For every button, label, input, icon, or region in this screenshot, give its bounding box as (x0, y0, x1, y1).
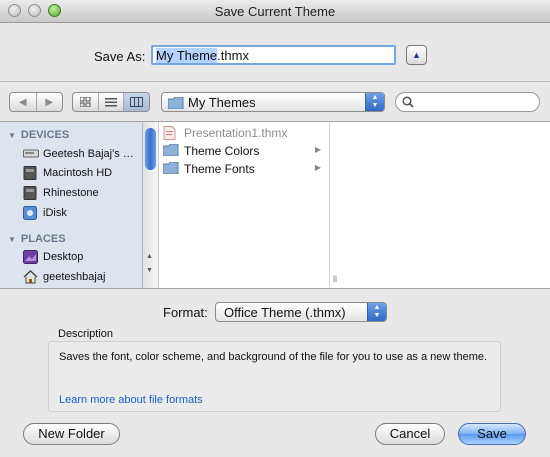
cancel-button[interactable]: Cancel (375, 423, 445, 445)
left-arrow-icon: ◀ (18, 96, 27, 108)
sidebar: ▼ DEVICES Geetesh Bajaj's … Macintosh HD … (0, 122, 143, 288)
right-arrow-icon: ▶ (45, 96, 54, 108)
scrollbar-thumb[interactable] (145, 128, 156, 170)
updown-arrows-icon: ▲ ▼ (367, 303, 386, 321)
icon-view-button[interactable] (73, 93, 99, 111)
sidebar-item-rhinestone[interactable]: Rhinestone (23, 184, 141, 202)
save-button[interactable]: Save (458, 423, 526, 445)
column-view-button[interactable] (124, 93, 149, 111)
column-resize-handle-icon[interactable]: ll (333, 274, 337, 284)
column-view-icon (130, 97, 144, 107)
sidebar-item-home[interactable]: geeteshbajaj (23, 268, 141, 286)
filename-selection: My Theme (156, 48, 218, 63)
sidebar-section-places[interactable]: ▼ PLACES (8, 233, 66, 245)
updown-arrows-icon: ▲ ▼ (365, 93, 384, 111)
sidebar-section-devices[interactable]: ▼ DEVICES (8, 129, 69, 141)
file-browser: ▼ DEVICES Geetesh Bajaj's … Macintosh HD … (0, 121, 550, 289)
location-popup[interactable]: My Themes ▲ ▼ (161, 92, 385, 112)
sidebar-item-desktop[interactable]: Desktop (23, 248, 141, 266)
scroll-down-arrow-icon[interactable]: ▼ (146, 267, 153, 274)
description-text: Saves the font, color scheme, and backgr… (59, 351, 488, 363)
file-item-presentation1[interactable]: Presentation1.thmx (159, 124, 327, 142)
hard-drive-icon (23, 166, 37, 180)
description-box: Saves the font, color scheme, and backgr… (48, 341, 501, 412)
chevron-up-icon: ▲ (412, 50, 421, 60)
save-as-label: Save As: (94, 49, 146, 64)
folder-icon (168, 97, 184, 109)
view-mode-control (72, 92, 150, 112)
disclosure-triangle-icon: ▼ (8, 131, 16, 140)
home-icon (23, 270, 38, 284)
divider (0, 81, 550, 82)
list-view-icon (105, 98, 117, 107)
sidebar-scrollbar[interactable]: ▲ ▼ (143, 122, 159, 288)
filename-extension: .thmx (217, 48, 249, 63)
hard-drive-icon (23, 186, 37, 200)
folder-icon (163, 144, 179, 156)
chevron-right-icon: ▶ (314, 145, 321, 154)
collapse-dialog-button[interactable]: ▲ (406, 45, 427, 65)
window-title: Save Current Theme (214, 4, 336, 19)
format-label: Format: (163, 305, 208, 320)
forward-button[interactable]: ▶ (37, 93, 63, 111)
list-view-button[interactable] (99, 93, 125, 111)
folder-item-theme-colors[interactable]: Theme Colors ▶ (159, 142, 327, 160)
folder-icon (163, 162, 179, 174)
new-folder-button[interactable]: New Folder (23, 423, 120, 445)
sidebar-item-macintosh-hd[interactable]: Macintosh HD (23, 164, 141, 182)
sidebar-item-idisk[interactable]: iDisk (23, 204, 141, 222)
back-forward-control: ◀ ▶ (9, 92, 63, 112)
search-icon (402, 96, 414, 108)
desktop-icon (23, 250, 38, 264)
document-icon (163, 126, 176, 140)
sidebar-item-computer[interactable]: Geetesh Bajaj's … (23, 145, 141, 163)
save-as-input[interactable]: My Theme.thmx (151, 45, 396, 65)
disclosure-triangle-icon: ▼ (8, 235, 16, 244)
chevron-right-icon: ▶ (314, 163, 321, 172)
description-title: Description (58, 328, 114, 340)
idisk-icon (23, 206, 37, 220)
back-button[interactable]: ◀ (10, 93, 37, 111)
title-bar: Save Current Theme (0, 0, 550, 23)
scroll-up-arrow-icon[interactable]: ▲ (146, 253, 153, 260)
learn-more-link[interactable]: Learn more about file formats (59, 394, 203, 406)
computer-icon (23, 149, 39, 158)
save-dialog: Save Current Theme Save As: My Theme.thm… (0, 0, 550, 457)
format-popup[interactable]: Office Theme (.thmx) ▲ ▼ (215, 302, 387, 322)
format-value: Office Theme (.thmx) (224, 305, 346, 320)
search-field[interactable] (395, 92, 540, 112)
location-label: My Themes (188, 95, 256, 110)
file-column: Presentation1.thmx Theme Colors ▶ Theme … (159, 122, 330, 288)
icon-view-icon (79, 97, 91, 107)
folder-item-theme-fonts[interactable]: Theme Fonts ▶ (159, 160, 327, 178)
